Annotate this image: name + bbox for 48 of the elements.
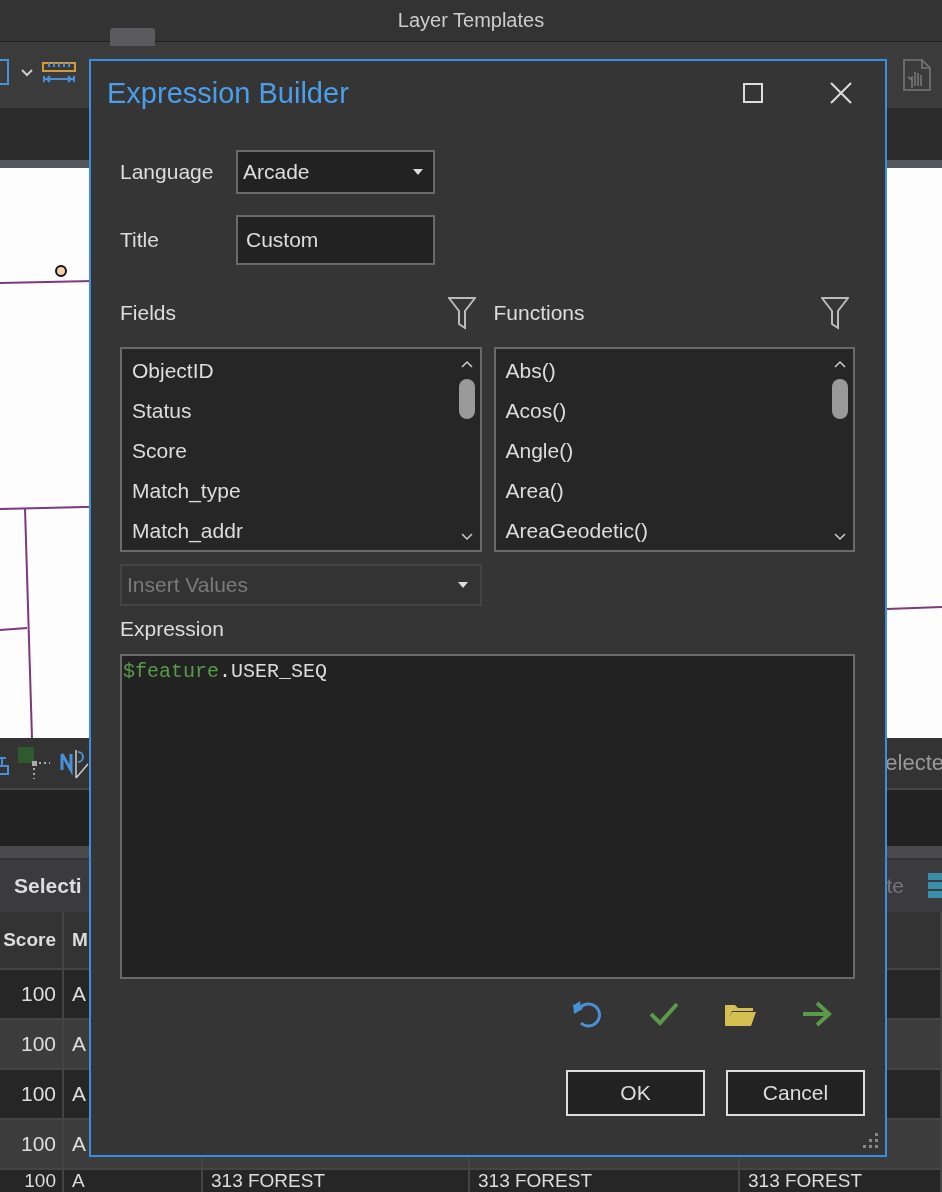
title-field[interactable]: Custom	[236, 215, 435, 265]
table-cell: 313 FOREST	[740, 1170, 942, 1192]
language-dropdown[interactable]: Arcade	[236, 150, 435, 194]
layout-icon[interactable]	[0, 58, 10, 88]
caret-icon[interactable]	[20, 68, 34, 78]
field-label: Language	[120, 160, 215, 184]
window-title: Layer Templates	[397, 9, 545, 32]
scrollbar-thumb[interactable]	[458, 379, 475, 419]
filter-icon[interactable]	[821, 296, 849, 330]
field-label: Title	[120, 228, 160, 252]
list-item[interactable]: Match_addr	[132, 511, 243, 551]
arrow-right-icon[interactable]	[800, 1000, 834, 1028]
expression-editor[interactable]: $feature.USER_SEQ	[120, 654, 855, 979]
table-cell: A	[64, 1170, 203, 1192]
list-item[interactable]: Score	[132, 431, 187, 471]
scroll-up-icon[interactable]	[833, 359, 847, 369]
section-label: Fields	[120, 301, 177, 325]
section-label: Expression	[120, 616, 224, 642]
caret-icon	[458, 582, 468, 588]
table-cell: 100	[0, 1170, 64, 1192]
scrollbar-thumb[interactable]	[832, 379, 848, 419]
list-item[interactable]: Area()	[505, 471, 564, 511]
resize-grip-icon[interactable]	[861, 1131, 881, 1151]
list-item[interactable]: Acos()	[505, 391, 567, 431]
list-item[interactable]: ObjectID	[132, 351, 214, 391]
checkmark-icon[interactable]	[648, 1000, 680, 1028]
list-item[interactable]: Angle()	[505, 431, 574, 471]
grid-snap-icon[interactable]	[16, 745, 52, 781]
maximize-icon[interactable]	[742, 82, 764, 104]
dialog-title: Expression Builder	[107, 76, 350, 110]
code-text: $feature.USER_SEQ	[123, 659, 328, 685]
scroll-down-icon[interactable]	[459, 532, 474, 542]
dialog-button[interactable]: Cancel	[726, 1070, 865, 1116]
dialog-button[interactable]: OK	[566, 1070, 705, 1116]
list-item[interactable]: Match_type	[132, 471, 241, 511]
list-item[interactable]: AreaGeodetic()	[505, 511, 648, 551]
table-options-icon[interactable]	[926, 871, 942, 901]
scroll-down-icon[interactable]	[833, 532, 847, 542]
table-cell: 313 FOREST	[203, 1170, 470, 1192]
section-label: Functions	[493, 301, 585, 325]
scroll-up-icon[interactable]	[459, 359, 474, 369]
list-item[interactable]: Status	[132, 391, 192, 431]
filter-icon[interactable]	[447, 296, 476, 330]
panel-title[interactable]: Selecti	[14, 874, 82, 898]
list-item[interactable]: Abs()	[505, 351, 556, 391]
close-icon[interactable]	[830, 82, 852, 104]
table-cell: 313 FOREST	[470, 1170, 740, 1192]
table-row[interactable]: 100 A 313 FOREST 313 FOREST 313 FOREST	[0, 1170, 942, 1192]
